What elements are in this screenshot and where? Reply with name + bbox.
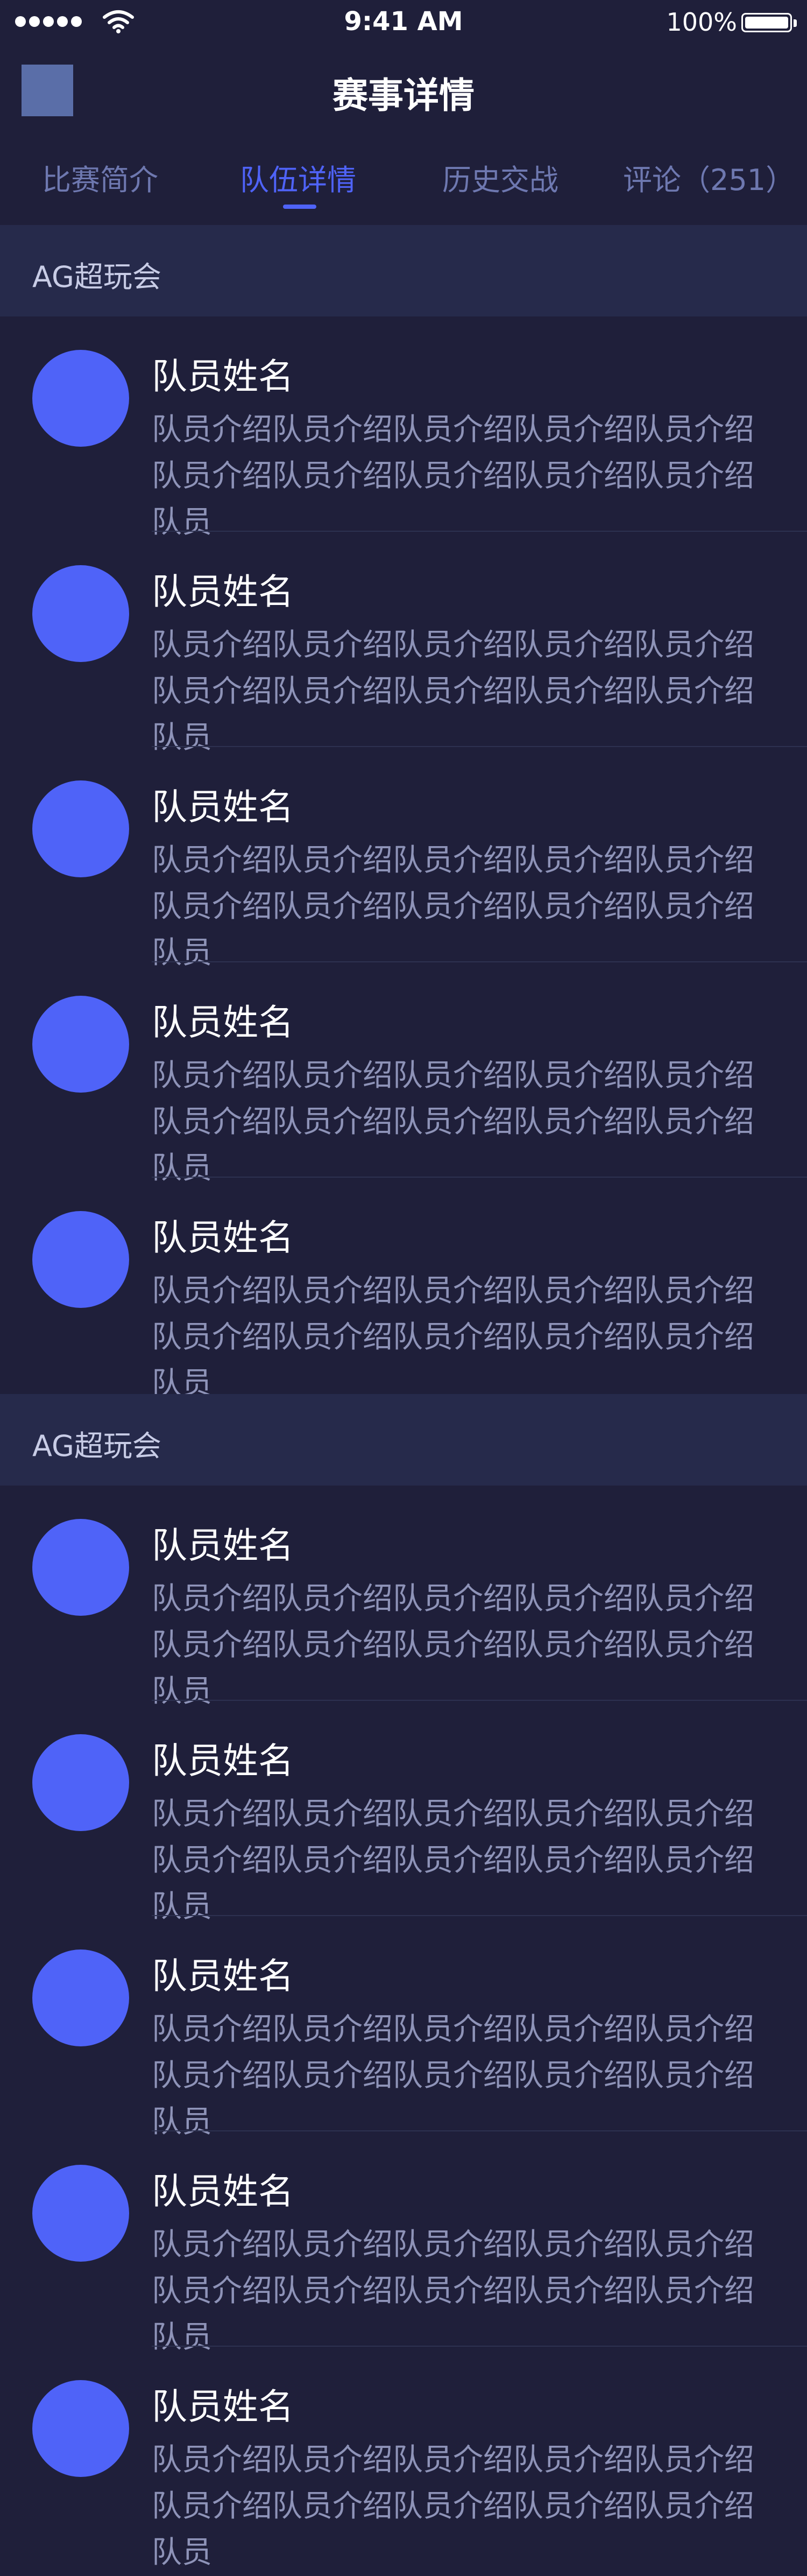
member-list-item[interactable]: 队员姓名 队员介绍队员介绍队员介绍队员介绍队员介绍队员介绍队员介绍队员介绍队员介… bbox=[0, 1178, 807, 1401]
member-name: 队员姓名 bbox=[152, 1955, 294, 1997]
member-list-item[interactable]: 队员姓名 队员介绍队员介绍队员介绍队员介绍队员介绍队员介绍队员介绍队员介绍队员介… bbox=[0, 2347, 807, 2570]
tab-bar: 比赛简介 队伍详情 历史交战 评论（251） bbox=[0, 156, 807, 215]
tab-team-details[interactable]: 队伍详情 bbox=[240, 156, 356, 199]
team-section-header: AG超玩会 bbox=[0, 225, 807, 316]
status-bar: 9:41 AM 100% bbox=[0, 0, 807, 43]
tab-match-intro[interactable]: 比赛简介 bbox=[42, 156, 158, 199]
avatar bbox=[32, 780, 129, 877]
member-list-item[interactable]: 队员姓名 队员介绍队员介绍队员介绍队员介绍队员介绍队员介绍队员介绍队员介绍队员介… bbox=[0, 316, 807, 540]
page-title: 赛事详情 bbox=[332, 75, 475, 116]
avatar bbox=[32, 1211, 129, 1308]
member-description: 队员介绍队员介绍队员介绍队员介绍队员介绍队员介绍队员介绍队员介绍队员介绍队员介绍… bbox=[152, 1581, 754, 1709]
member-description: 队员介绍队员介绍队员介绍队员介绍队员介绍队员介绍队员介绍队员介绍队员介绍队员介绍… bbox=[152, 2012, 754, 2139]
member-description: 队员介绍队员介绍队员介绍队员介绍队员介绍队员介绍队员介绍队员介绍队员介绍队员介绍… bbox=[152, 843, 754, 970]
member-description: 队员介绍队员介绍队员介绍队员介绍队员介绍队员介绍队员介绍队员介绍队员介绍队员介绍… bbox=[152, 1273, 754, 1401]
avatar bbox=[32, 565, 129, 662]
member-list-item[interactable]: 队员姓名 队员介绍队员介绍队员介绍队员介绍队员介绍队员介绍队员介绍队员介绍队员介… bbox=[0, 2131, 807, 2355]
battery-icon bbox=[741, 13, 797, 32]
avatar bbox=[32, 2165, 129, 2262]
member-list-item[interactable]: 队员姓名 队员介绍队员介绍队员介绍队员介绍队员介绍队员介绍队员介绍队员介绍队员介… bbox=[0, 1486, 807, 1709]
team-name: AG超玩会 bbox=[32, 1429, 161, 1463]
avatar bbox=[32, 1949, 129, 2046]
member-name: 队员姓名 bbox=[152, 356, 294, 397]
member-name: 队员姓名 bbox=[152, 2171, 294, 2212]
tab-active-indicator bbox=[283, 205, 316, 209]
member-description: 队员介绍队员介绍队员介绍队员介绍队员介绍队员介绍队员介绍队员介绍队员介绍队员介绍… bbox=[152, 628, 754, 755]
member-list-item[interactable]: 队员姓名 队员介绍队员介绍队员介绍队员介绍队员介绍队员介绍队员介绍队员介绍队员介… bbox=[0, 532, 807, 755]
member-name: 队员姓名 bbox=[152, 1525, 294, 1566]
avatar bbox=[32, 2380, 129, 2477]
member-name: 队员姓名 bbox=[152, 571, 294, 613]
member-description: 队员介绍队员介绍队员介绍队员介绍队员介绍队员介绍队员介绍队员介绍队员介绍队员介绍… bbox=[152, 2227, 754, 2355]
tab-history[interactable]: 历史交战 bbox=[442, 156, 558, 199]
member-description: 队员介绍队员介绍队员介绍队员介绍队员介绍队员介绍队员介绍队员介绍队员介绍队员介绍… bbox=[152, 1058, 754, 1186]
avatar bbox=[32, 1519, 129, 1616]
member-name: 队员姓名 bbox=[152, 1740, 294, 1782]
member-name: 队员姓名 bbox=[152, 1002, 294, 1043]
avatar bbox=[32, 350, 129, 447]
member-description: 队员介绍队员介绍队员介绍队员介绍队员介绍队员介绍队员介绍队员介绍队员介绍队员介绍… bbox=[152, 1797, 754, 1924]
member-description: 队员介绍队员介绍队员介绍队员介绍队员介绍队员介绍队员介绍队员介绍队员介绍队员介绍… bbox=[152, 412, 754, 540]
team-name: AG超玩会 bbox=[32, 260, 161, 294]
nav-bar: 赛事详情 bbox=[0, 43, 807, 135]
member-list-item[interactable]: 队员姓名 队员介绍队员介绍队员介绍队员介绍队员介绍队员介绍队员介绍队员介绍队员介… bbox=[0, 962, 807, 1186]
battery-percent: 100% bbox=[666, 8, 737, 37]
member-name: 队员姓名 bbox=[152, 2386, 294, 2427]
avatar bbox=[32, 1734, 129, 1831]
member-name: 队员姓名 bbox=[152, 1217, 294, 1258]
member-name: 队员姓名 bbox=[152, 786, 294, 828]
avatar bbox=[32, 996, 129, 1093]
team-section-header: AG超玩会 bbox=[0, 1394, 807, 1486]
member-list-item[interactable]: 队员姓名 队员介绍队员介绍队员介绍队员介绍队员介绍队员介绍队员介绍队员介绍队员介… bbox=[0, 1916, 807, 2139]
member-description: 队员介绍队员介绍队员介绍队员介绍队员介绍队员介绍队员介绍队员介绍队员介绍队员介绍… bbox=[152, 2443, 754, 2570]
tab-comments[interactable]: 评论（251） bbox=[623, 156, 795, 199]
member-list-item[interactable]: 队员姓名 队员介绍队员介绍队员介绍队员介绍队员介绍队员介绍队员介绍队员介绍队员介… bbox=[0, 747, 807, 970]
member-list-item[interactable]: 队员姓名 队员介绍队员介绍队员介绍队员介绍队员介绍队员介绍队员介绍队员介绍队员介… bbox=[0, 1701, 807, 1924]
